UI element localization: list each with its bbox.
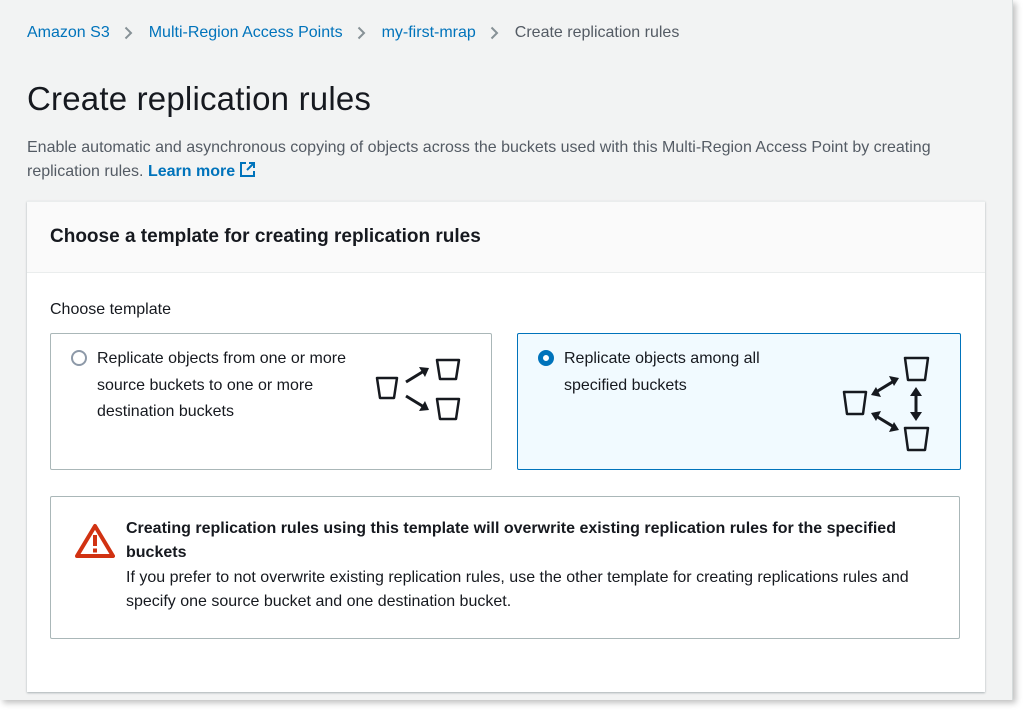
chevron-right-icon (124, 26, 133, 40)
one-to-many-buckets-icon (375, 358, 461, 421)
card-header: Choose a template for creating replicati… (27, 202, 985, 273)
radio-button-selected[interactable] (538, 350, 554, 366)
page-surface: Amazon S3 Multi-Region Access Points my-… (0, 0, 1013, 700)
chevron-right-icon (490, 26, 499, 40)
page-description: Enable automatic and asynchronous copyin… (27, 136, 987, 184)
warning-alert: Creating replication rules using this te… (50, 496, 960, 639)
breadcrumb: Amazon S3 Multi-Region Access Points my-… (27, 24, 679, 42)
template-option-one-to-many[interactable]: Replicate objects from one or more sourc… (50, 333, 492, 470)
external-link-icon (240, 162, 256, 177)
alert-title: Creating replication rules using this te… (126, 520, 896, 561)
breadcrumb-link-mrap[interactable]: Multi-Region Access Points (149, 24, 343, 42)
page-title: Create replication rules (27, 80, 372, 117)
alert-body: If you prefer to not overwrite existing … (126, 569, 909, 610)
card-title: Choose a template for creating replicati… (50, 226, 481, 247)
learn-more-link[interactable]: Learn more (147, 162, 256, 180)
breadcrumb-link-amazon-s3[interactable]: Amazon S3 (27, 24, 110, 42)
learn-more-label: Learn more (147, 163, 236, 180)
radio-button[interactable] (71, 350, 87, 366)
template-option-label: Replicate objects among all specified bu… (564, 350, 760, 394)
chevron-right-icon (357, 26, 366, 40)
choose-template-label: Choose template (50, 301, 171, 318)
template-option-label: Replicate objects from one or more sourc… (97, 350, 346, 420)
warning-icon (75, 524, 115, 558)
template-option-among-all[interactable]: Replicate objects among all specified bu… (517, 333, 961, 470)
breadcrumb-link-my-first-mrap[interactable]: my-first-mrap (382, 24, 476, 42)
breadcrumb-current: Create replication rules (514, 24, 680, 41)
template-card: Choose a template for creating replicati… (27, 201, 985, 692)
bidirectional-buckets-icon (842, 356, 930, 452)
